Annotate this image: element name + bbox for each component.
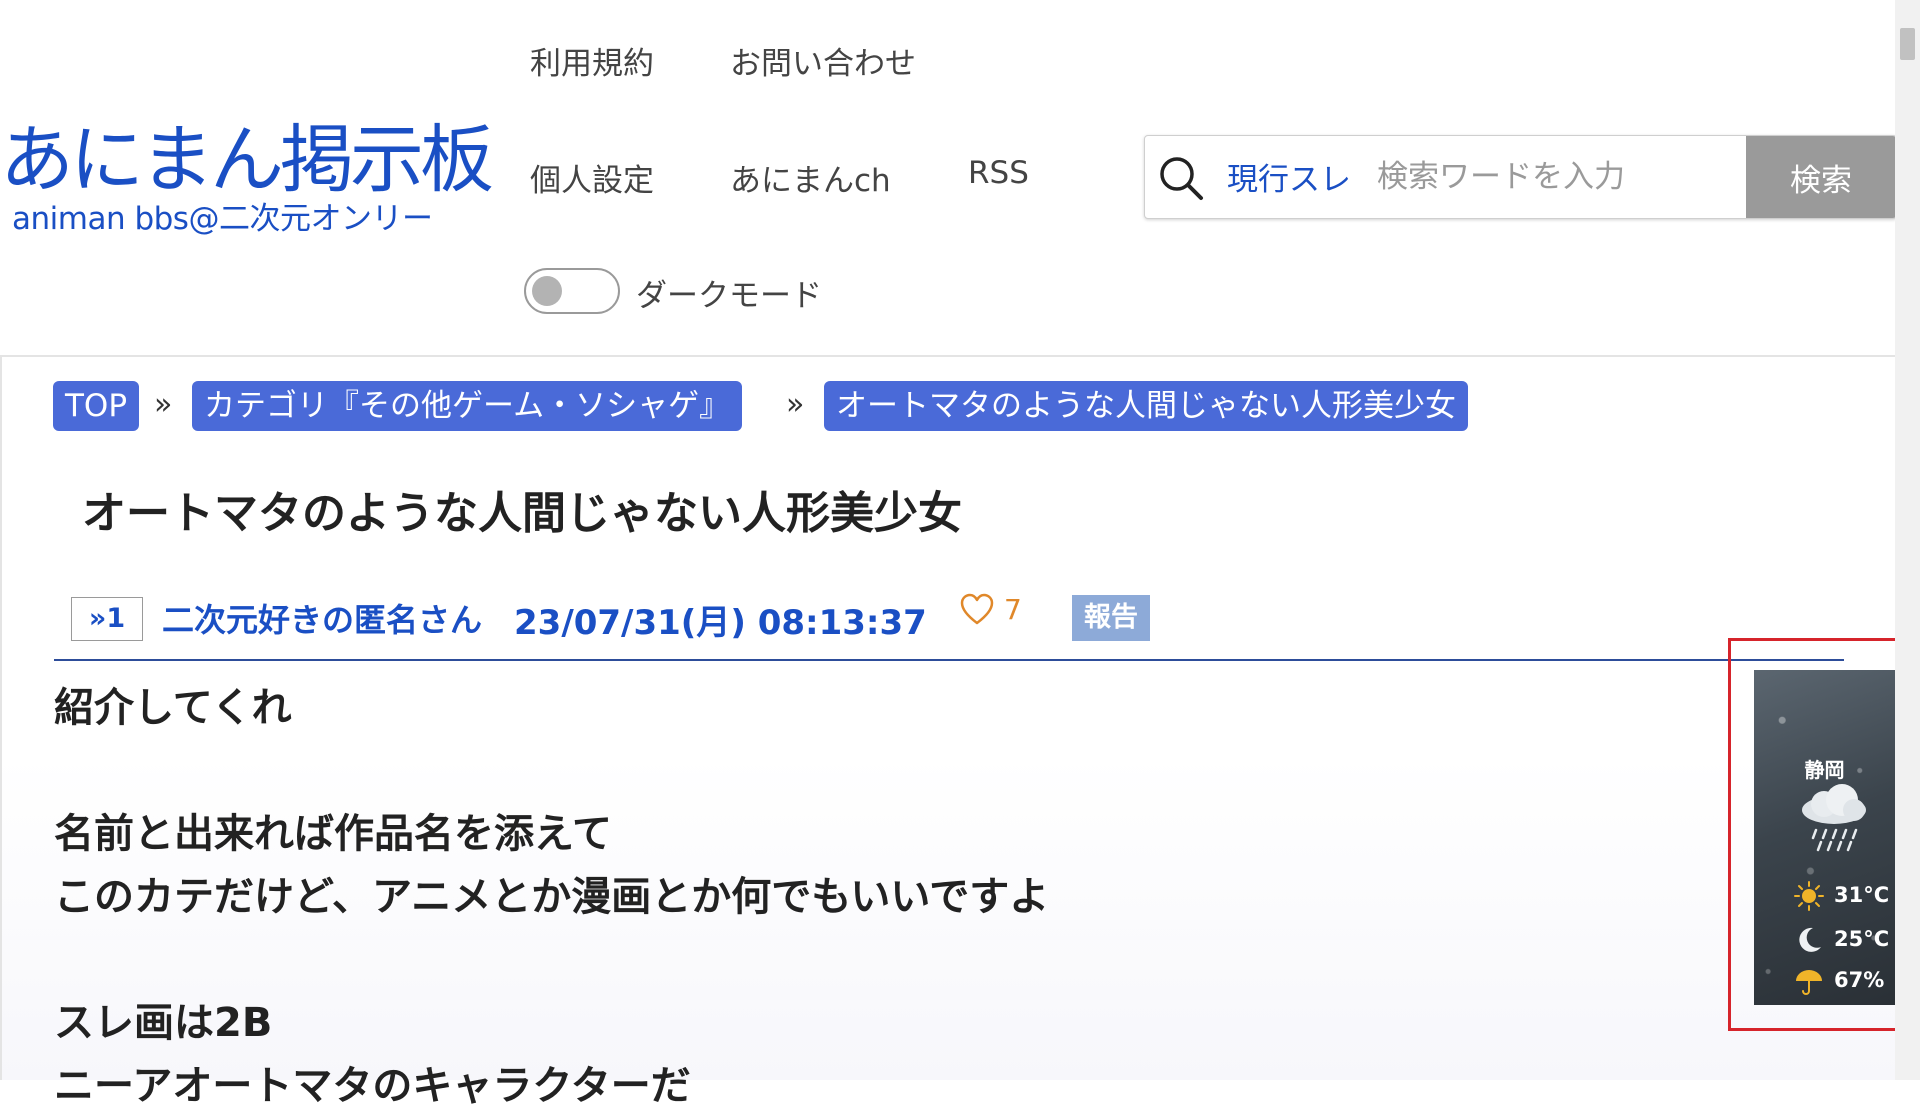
site-logo[interactable]: あにまん掲示板 animan bbs@二次元オンリー (0, 117, 494, 237)
umbrella-icon (1796, 970, 1822, 995)
site-header: あにまん掲示板 animan bbs@二次元オンリー 利用規約 お問い合わせ 個… (0, 0, 1897, 355)
post-body: 紹介してくれ 名前と出来れば作品名を添えて このカテだけど、アニメとか漫画とか何… (54, 685, 1050, 1109)
rain-cloud-icon (1802, 784, 1866, 852)
weather-city: 静岡 (1804, 758, 1845, 782)
weather-low-row: 25°C (1754, 923, 1895, 959)
nav-contact-link[interactable]: お問い合わせ (730, 38, 916, 83)
sun-icon (1794, 881, 1824, 911)
weather-widget[interactable]: 静岡 31°C 25°C 67% (1754, 670, 1895, 1005)
like-count: 7 (1004, 593, 1022, 626)
post-number-link[interactable]: »1 (71, 597, 143, 641)
post-date: 23/07/31(月) 08:13:37 (514, 603, 927, 643)
post-author: 二次元好きの匿名さん (162, 601, 483, 639)
weather-rain-chance: 67% (1834, 968, 1885, 992)
scroll-thumb[interactable] (1900, 28, 1915, 60)
weather-low-temp: 25°C (1834, 927, 1890, 951)
post-divider (54, 659, 1844, 661)
moon-icon (1799, 927, 1821, 952)
logo-subtitle: animan bbs@二次元オンリー (12, 201, 433, 237)
nav-settings-link[interactable]: 個人設定 (530, 155, 654, 200)
nav-animanch-link[interactable]: あにまんch (730, 155, 891, 200)
breadcrumb-thread[interactable]: オートマタのような人間じゃない人形美少女 (824, 381, 1468, 431)
search-scope-selector[interactable]: 現行スレ (1227, 154, 1351, 199)
breadcrumb-category[interactable]: カテゴリ『その他ゲーム・ソシャゲ』 (192, 381, 743, 431)
logo-title: あにまん掲示板 (0, 117, 494, 203)
toggle-knob (532, 276, 562, 306)
breadcrumb-top[interactable]: TOP (53, 381, 140, 431)
report-button[interactable]: 報告 (1072, 595, 1150, 641)
nav-terms-link[interactable]: 利用規約 (530, 38, 654, 83)
breadcrumb-separator: » (154, 387, 173, 422)
breadcrumb-separator: » (786, 387, 805, 422)
dark-mode-toggle[interactable] (524, 268, 620, 314)
search-button[interactable]: 検索 (1746, 136, 1896, 218)
thread-title: オートマタのような人間じゃない人形美少女 (82, 488, 962, 539)
weather-high-row: 31°C (1754, 879, 1895, 915)
thread-panel: TOP » カテゴリ『その他ゲーム・ソシャゲ』 » オートマタのような人間じゃな… (0, 355, 1895, 1109)
search-bar: 現行スレ 検索 (1144, 135, 1897, 219)
page-scrollbar[interactable] (1895, 0, 1920, 1080)
weather-high-temp: 31°C (1834, 883, 1890, 907)
nav-rss-link[interactable]: RSS (968, 155, 1029, 191)
weather-rain-row: 67% (1754, 964, 1895, 1000)
heart-icon[interactable] (959, 592, 995, 628)
dark-mode-label: ダークモード (636, 278, 822, 314)
search-icon[interactable] (1153, 150, 1209, 206)
